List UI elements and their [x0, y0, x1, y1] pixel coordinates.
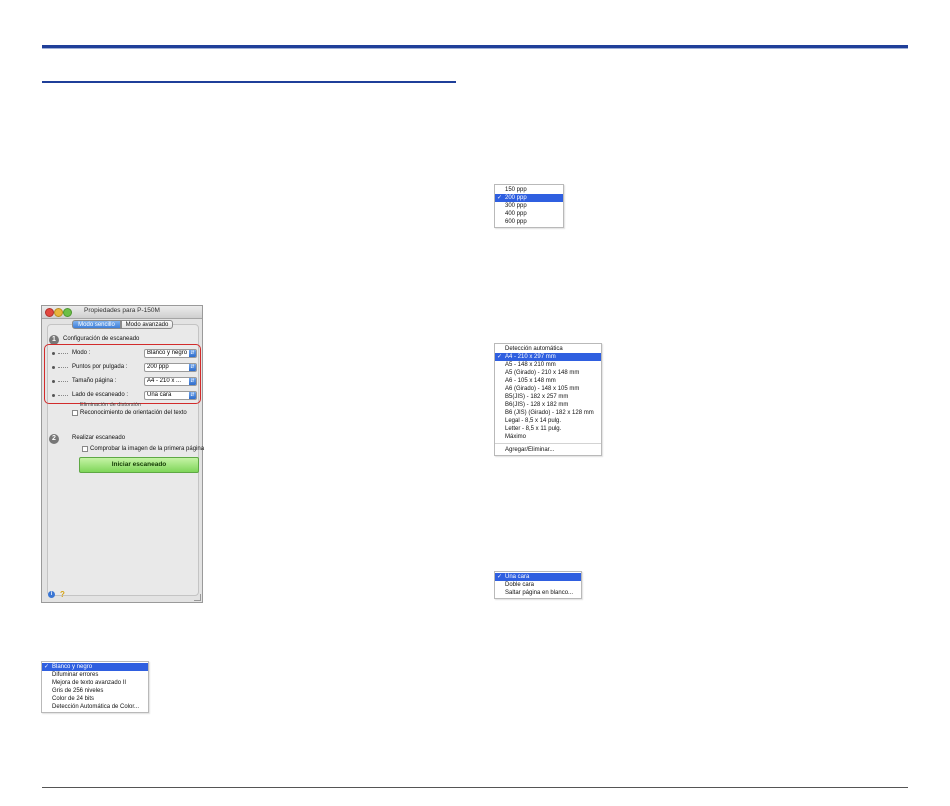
window-title: Propiedades para P-150M: [84, 307, 160, 314]
tab-advanced-mode[interactable]: Modo avanzado: [121, 320, 173, 329]
tab-simple-mode[interactable]: Modo sencillo: [72, 320, 121, 329]
menu-item[interactable]: A6 - 105 x 148 mm: [495, 377, 601, 385]
section-perform-scan: Realizar escaneado: [72, 435, 126, 441]
menu-item[interactable]: 600 ppp: [495, 218, 563, 226]
menu-item[interactable]: Máximo: [495, 433, 601, 441]
menu-item[interactable]: A4 - 210 x 297 mm: [495, 353, 601, 361]
menu-item[interactable]: Legal - 8,5 x 14 pulg.: [495, 417, 601, 425]
page-size-menu: Detección automática A4 - 210 x 297 mm A…: [494, 343, 602, 456]
first-page-checkbox-label: Comprobar la imagen de la primera página: [90, 446, 205, 452]
deskew-checkbox-label: Eliminación de distorsión: [80, 402, 141, 406]
menu-item[interactable]: 300 ppp: [495, 202, 563, 210]
footer-rule: [42, 787, 908, 788]
step-2-icon: 2: [49, 434, 59, 444]
menu-item[interactable]: B5(JIS) - 182 x 257 mm: [495, 393, 601, 401]
menu-item[interactable]: A5 - 148 x 210 mm: [495, 361, 601, 369]
menu-item[interactable]: Letter - 8,5 x 11 pulg.: [495, 425, 601, 433]
highlight-box: [44, 344, 201, 404]
menu-item[interactable]: 150 ppp: [495, 186, 563, 194]
menu-item[interactable]: Blanco y negro: [42, 663, 148, 671]
menu-item[interactable]: Saltar página en blanco...: [495, 589, 581, 597]
scan-side-menu: Una cara Doble cara Saltar página en bla…: [494, 571, 582, 599]
resize-grip-icon[interactable]: [194, 594, 201, 601]
menu-item[interactable]: Color de 24 bits: [42, 695, 148, 703]
window-titlebar: Propiedades para P-150M: [42, 306, 202, 319]
help-icon[interactable]: ?: [60, 590, 65, 599]
menu-item[interactable]: 200 ppp: [495, 194, 563, 202]
section-scan-settings: Configuración de escaneado: [63, 336, 140, 342]
dpi-menu: 150 ppp 200 ppp 300 ppp 400 ppp 600 ppp: [494, 184, 564, 228]
menu-item[interactable]: Mejora de texto avanzado II: [42, 679, 148, 687]
info-icon[interactable]: i: [48, 591, 55, 598]
menu-item-add-remove[interactable]: Agregar/Eliminar...: [495, 446, 601, 454]
menu-item[interactable]: 400 ppp: [495, 210, 563, 218]
menu-separator: [495, 443, 601, 444]
menu-item[interactable]: A5 (Girado) - 210 x 148 mm: [495, 369, 601, 377]
orientation-checkbox[interactable]: [72, 410, 78, 416]
menu-item[interactable]: Detección Automática de Color...: [42, 703, 148, 711]
orientation-checkbox-label: Reconocimiento de orientación del texto: [80, 410, 187, 416]
menu-item[interactable]: Una cara: [495, 573, 581, 581]
start-scan-button[interactable]: Iniciar escaneado: [79, 457, 199, 473]
menu-item[interactable]: B6(JIS) - 128 x 182 mm: [495, 401, 601, 409]
menu-item[interactable]: Gris de 256 niveles: [42, 687, 148, 695]
menu-item[interactable]: Detección automática: [495, 345, 601, 353]
menu-item[interactable]: Doble cara: [495, 581, 581, 589]
header-rule-shadow: [42, 48, 908, 49]
menu-item[interactable]: Difuminar errores: [42, 671, 148, 679]
menu-item[interactable]: B6 (JIS) (Girado) - 182 x 128 mm: [495, 409, 601, 417]
scanner-properties-window: Propiedades para P-150M Modo sencillo Mo…: [41, 305, 205, 603]
mode-menu: Blanco y negro Difuminar errores Mejora …: [41, 661, 149, 713]
menu-item[interactable]: A6 (Girado) - 148 x 105 mm: [495, 385, 601, 393]
first-page-checkbox[interactable]: [82, 446, 88, 452]
section-rule: [42, 81, 456, 83]
